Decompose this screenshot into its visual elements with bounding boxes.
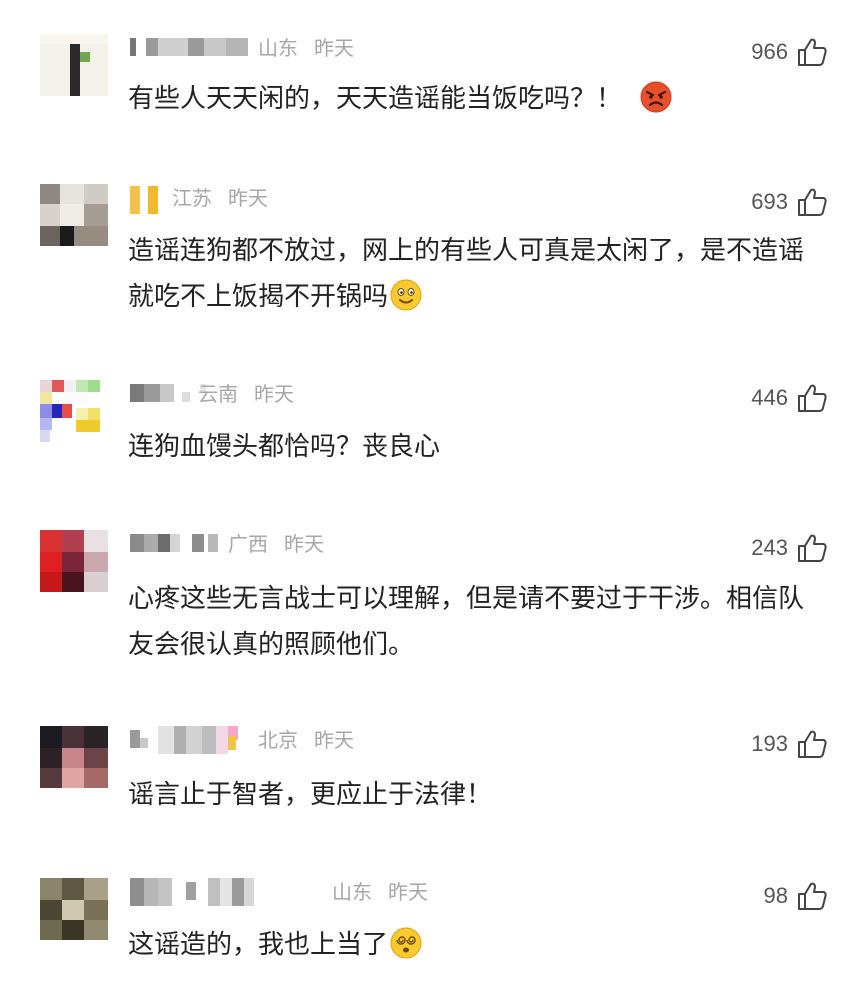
smiling-face-icon xyxy=(390,279,422,311)
like-button[interactable]: 693 xyxy=(751,186,828,218)
comment-body: 这谣造的，我也上当了 xyxy=(128,930,389,960)
thumbs-up-icon xyxy=(798,38,827,66)
username-blurred xyxy=(130,38,248,56)
like-count: 446 xyxy=(751,385,788,410)
time-label: 昨天 xyxy=(388,880,428,904)
comment-text: 心疼这些无言战士可以理解，但是请不要过于干涉。相信队友会很认真的照顾他们。 xyxy=(128,576,828,668)
time-label: 昨天 xyxy=(314,728,354,752)
like-count: 693 xyxy=(751,189,788,214)
username-blurred xyxy=(130,878,254,906)
region-label: 北京 xyxy=(258,728,298,752)
avatar[interactable] xyxy=(40,184,108,246)
comment-text: 连狗血馒头都恰吗？丧良心 xyxy=(128,424,828,470)
avatar[interactable] xyxy=(40,34,108,96)
like-button[interactable]: 193 xyxy=(751,728,828,760)
dizzy-face-icon xyxy=(390,927,422,959)
avatar[interactable] xyxy=(40,878,108,940)
comment-body: 谣言止于智者，更应止于法律！ xyxy=(128,780,493,810)
comment-meta: 广西 昨天 xyxy=(228,530,324,558)
comment-text: 有些人天天闲的，天天造谣能当饭吃吗？！ xyxy=(128,76,828,122)
like-count: 193 xyxy=(751,731,788,756)
username-blurred xyxy=(130,384,206,402)
like-button[interactable]: 243 xyxy=(751,532,828,564)
like-count: 966 xyxy=(751,39,788,64)
comment-body: 造谣连狗都不放过，网上的有些人可真是太闲了，是不造谣就吃不上饭揭不开锅吗 xyxy=(128,236,805,312)
comment-body: 有些人天天闲的，天天造谣能当饭吃吗？！ xyxy=(128,84,623,114)
comment-text: 谣言止于智者，更应止于法律！ xyxy=(128,772,828,818)
like-count: 98 xyxy=(763,883,788,908)
angry-face-icon xyxy=(640,81,672,113)
thumbs-up-icon xyxy=(798,730,827,758)
username-blurred xyxy=(130,726,238,754)
region-label: 云南 xyxy=(198,382,238,406)
time-label: 昨天 xyxy=(314,36,354,60)
like-count: 243 xyxy=(751,535,788,560)
thumbs-up-icon xyxy=(798,534,827,562)
username-blurred xyxy=(130,186,158,216)
time-label: 昨天 xyxy=(284,532,324,556)
time-label: 昨天 xyxy=(228,186,268,210)
region-label: 山东 xyxy=(258,36,298,60)
avatar[interactable] xyxy=(40,726,108,788)
username-blurred xyxy=(130,534,218,552)
comment-body: 心疼这些无言战士可以理解，但是请不要过于干涉。相信队友会很认真的照顾他们。 xyxy=(128,584,805,660)
region-label: 山东 xyxy=(332,880,372,904)
like-button[interactable]: 98 xyxy=(764,880,828,912)
comment-meta: 山东 昨天 xyxy=(258,34,354,62)
avatar[interactable] xyxy=(40,530,108,592)
avatar[interactable] xyxy=(40,380,108,442)
comment-body: 连狗血馒头都恰吗？丧良心 xyxy=(128,432,441,462)
comment-meta: 山东 昨天 xyxy=(332,878,428,906)
like-button[interactable]: 966 xyxy=(751,36,828,68)
comment-meta: 北京 昨天 xyxy=(258,726,354,754)
comment-text: 造谣连狗都不放过，网上的有些人可真是太闲了，是不造谣就吃不上饭揭不开锅吗 xyxy=(128,228,828,320)
region-label: 江苏 xyxy=(172,186,212,210)
comment-meta: 江苏 昨天 xyxy=(172,184,268,212)
comment-text: 这谣造的，我也上当了 xyxy=(128,922,828,968)
like-button[interactable]: 446 xyxy=(751,382,828,414)
region-label: 广西 xyxy=(228,532,268,556)
thumbs-up-icon xyxy=(798,384,827,412)
comment-meta: 云南 昨天 xyxy=(198,380,294,408)
thumbs-up-icon xyxy=(798,882,827,910)
time-label: 昨天 xyxy=(254,382,294,406)
thumbs-up-icon xyxy=(798,188,827,216)
